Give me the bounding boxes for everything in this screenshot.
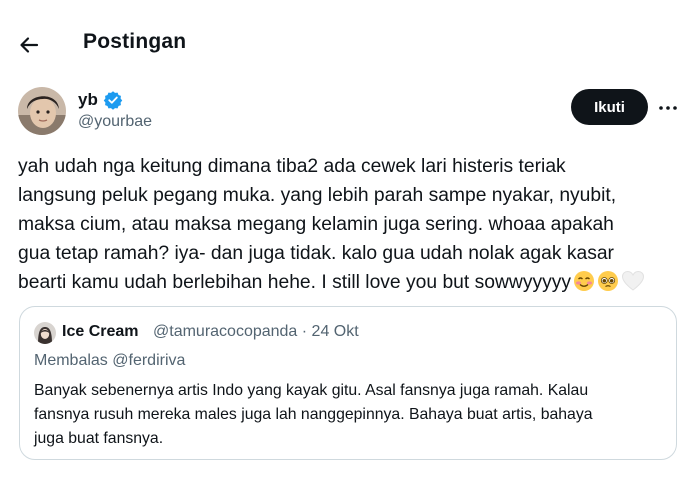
tweet-text: yah udah nga keitung dimana tiba2 ada ce… xyxy=(18,152,688,297)
tweet-line: gua tetap ramah? iya- dan juga tidak. ka… xyxy=(18,243,614,264)
page-title: Postingan xyxy=(83,30,187,53)
back-button[interactable] xyxy=(14,30,44,60)
smiling-blushing-face-emoji-icon xyxy=(574,271,595,291)
back-arrow-icon xyxy=(20,37,39,53)
quote-author-meta: @tamuracocopanda · 24 Okt xyxy=(153,323,359,340)
avatar[interactable] xyxy=(18,87,66,135)
emoji-group xyxy=(573,270,645,292)
top-bar: Postingan xyxy=(0,0,700,88)
more-dots-icon xyxy=(659,106,677,110)
quote-author-name: Ice Cream xyxy=(62,323,139,340)
tweet-line-last: bearti kamu udah berlebihan hehe. I stil… xyxy=(18,268,688,297)
verified-badge-icon xyxy=(103,91,123,110)
pleading-face-emoji-icon xyxy=(598,271,619,291)
tweet-line: yah udah nga keitung dimana tiba2 ada ce… xyxy=(18,156,566,177)
quote-line: Banyak sebenernya artis Indo yang kayak … xyxy=(34,382,589,399)
white-heart-emoji-icon xyxy=(622,270,645,291)
follow-button[interactable]: Ikuti xyxy=(571,89,648,125)
quote-text: Banyak sebenernya artis Indo yang kayak … xyxy=(34,379,670,451)
quote-reply-context: Membalas @ferdiriva xyxy=(34,352,186,369)
tweet-line: bearti kamu udah berlebihan hehe. I stil… xyxy=(18,272,572,293)
quoted-post-card[interactable]: Ice Cream @tamuracocopanda · 24 Okt Memb… xyxy=(19,306,677,460)
more-options-button[interactable] xyxy=(656,96,680,120)
quote-line: juga buat fansnya. xyxy=(34,430,164,447)
tweet-line: langsung peluk pegang muka. yang lebih p… xyxy=(18,185,617,206)
author-name[interactable]: yb xyxy=(78,90,98,110)
quote-line: fansnya rusuh mereka males juga lah nang… xyxy=(34,406,593,423)
tweet-line: maksa cium, atau maksa megang kelamin ju… xyxy=(18,214,614,235)
quote-avatar[interactable] xyxy=(34,322,56,344)
author-handle[interactable]: @yourbae xyxy=(78,113,152,131)
